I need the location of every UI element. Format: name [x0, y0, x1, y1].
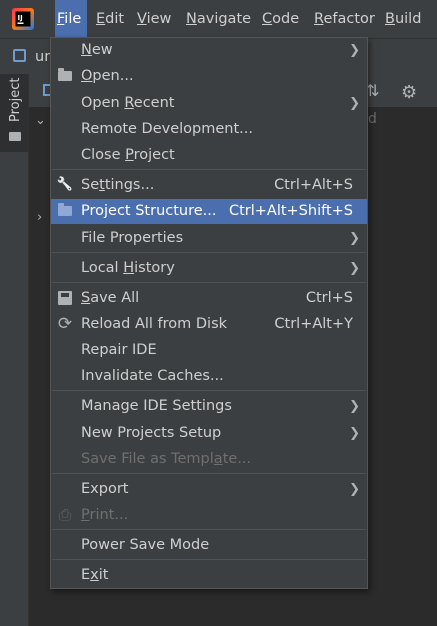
- menu-item-shortcut: Ctrl+Alt+Y: [274, 316, 353, 332]
- menu-item-label: Save File as Template...: [81, 451, 252, 467]
- chevron-right-icon: ❯: [349, 96, 360, 111]
- menu-item-label: Open...: [81, 68, 134, 84]
- chevron-right-icon: ❯: [349, 399, 360, 414]
- chevron-right-icon: ❯: [349, 43, 360, 58]
- dim-text: d: [368, 111, 377, 127]
- menu-item-close-project[interactable]: Close Project: [51, 143, 367, 168]
- menu-item-label: Remote Development...: [81, 121, 253, 137]
- menu-item-remote-development[interactable]: Remote Development...: [51, 117, 367, 142]
- menu-item-label: Repair IDE: [81, 342, 157, 358]
- menu-item-local-history[interactable]: Local History ❯: [51, 256, 367, 281]
- menu-item-label: Invalidate Caches...: [81, 368, 224, 384]
- menu-item-label: Exit: [81, 567, 109, 583]
- menu-item-label: New Projects Setup: [81, 425, 222, 441]
- print-icon: ⎙: [58, 505, 72, 524]
- chevron-right-icon[interactable]: ›: [37, 210, 42, 225]
- menu-item-project-structure[interactable]: Project Structure... Ctrl+Alt+Shift+S: [51, 199, 367, 224]
- menu-item-label: File Properties: [81, 230, 184, 246]
- menu-item-label: Settings...: [81, 177, 155, 193]
- menu-item-new-projects-setup[interactable]: New Projects Setup ❯: [51, 421, 367, 446]
- menu-item-manage-ide-settings[interactable]: Manage IDE Settings ❯: [51, 394, 367, 419]
- menu-code[interactable]: Code: [262, 0, 299, 38]
- menu-separator: [52, 473, 366, 474]
- menu-item-label: Print...: [81, 507, 129, 523]
- menu-file[interactable]: File: [55, 0, 88, 38]
- menu-item-label: Reload All from Disk: [81, 316, 228, 332]
- menu-item-export[interactable]: Export ❯: [51, 477, 367, 502]
- intellij-logo-icon[interactable]: IJ: [12, 8, 34, 30]
- menu-item-shortcut: Ctrl+Alt+S: [274, 177, 353, 193]
- menu-item-label: New: [81, 42, 113, 58]
- menu-item-file-properties[interactable]: File Properties ❯: [51, 226, 367, 251]
- menu-refactor[interactable]: Refactor: [314, 0, 375, 38]
- menu-item-shortcut: Ctrl+S: [305, 290, 353, 306]
- reload-icon: ⟳: [57, 314, 73, 334]
- menu-separator: [52, 169, 366, 170]
- chevron-right-icon: ❯: [349, 482, 360, 497]
- menu-item-open[interactable]: Open...: [51, 64, 367, 89]
- save-icon: [56, 289, 74, 307]
- wrench-icon: 🔧: [56, 177, 74, 192]
- folder-open-icon: [56, 67, 74, 85]
- file-menu-dropdown: New ❯ Open... Open Recent ❯ Remote Developmen…: [50, 37, 368, 589]
- menu-separator: [52, 252, 366, 253]
- chevron-down-icon[interactable]: ⌄: [35, 113, 46, 128]
- menu-item-repair-ide[interactable]: Repair IDE: [51, 338, 367, 363]
- menu-item-invalidate-caches[interactable]: Invalidate Caches...: [51, 364, 367, 389]
- menu-separator: [52, 390, 366, 391]
- chevron-right-icon: ❯: [349, 426, 360, 441]
- menu-item-new[interactable]: New ❯: [51, 38, 367, 63]
- tool-window-strip: Project: [0, 74, 29, 626]
- folder-icon: [56, 202, 74, 220]
- menu-build[interactable]: Build: [385, 0, 421, 38]
- menu-item-label: Close Project: [81, 147, 175, 163]
- menu-separator: [52, 282, 366, 283]
- menu-navigate[interactable]: Navigate: [186, 0, 251, 38]
- menu-item-label: Save All: [81, 290, 140, 306]
- menu-item-label: Project Structure...: [81, 203, 217, 219]
- gear-icon[interactable]: ⚙: [401, 82, 417, 103]
- menu-item-label: Export: [81, 481, 129, 497]
- menu-edit[interactable]: Edit: [96, 0, 124, 38]
- menu-item-save-all[interactable]: Save All Ctrl+S: [51, 286, 367, 311]
- menu-item-label: Manage IDE Settings: [81, 398, 232, 414]
- project-folder-icon: [9, 132, 21, 141]
- menu-separator: [52, 559, 366, 560]
- module-icon: [13, 49, 26, 62]
- menu-item-label: Local History: [81, 260, 175, 276]
- collapse-all-icon[interactable]: ⇅: [366, 81, 379, 100]
- menu-item-label: Open Recent: [81, 95, 175, 111]
- menu-separator: [52, 529, 366, 530]
- menu-item-save-file-as-template: Save File as Template...: [51, 447, 367, 472]
- menu-item-open-recent[interactable]: Open Recent ❯: [51, 91, 367, 116]
- project-tool-window-tab[interactable]: Project: [0, 74, 28, 152]
- project-tab-label: Project: [8, 77, 23, 122]
- menu-item-settings[interactable]: 🔧 Settings... Ctrl+Alt+S: [51, 173, 367, 198]
- menu-item-shortcut: Ctrl+Alt+Shift+S: [228, 203, 353, 219]
- main-menubar: IJ File Edit View Navigate Code Refactor Build: [0, 0, 437, 38]
- chevron-right-icon: ❯: [349, 261, 360, 276]
- menu-item-reload-all[interactable]: ⟳ Reload All from Disk Ctrl+Alt+Y: [51, 312, 367, 337]
- menu-item-label: Power Save Mode: [81, 537, 210, 553]
- menu-item-power-save-mode[interactable]: Power Save Mode: [51, 533, 367, 558]
- menu-view[interactable]: View: [137, 0, 171, 38]
- svg-text:IJ: IJ: [18, 14, 23, 22]
- menu-item-exit[interactable]: Exit: [51, 563, 367, 588]
- chevron-right-icon: ❯: [349, 231, 360, 246]
- menu-item-print: ⎙ Print...: [51, 503, 367, 528]
